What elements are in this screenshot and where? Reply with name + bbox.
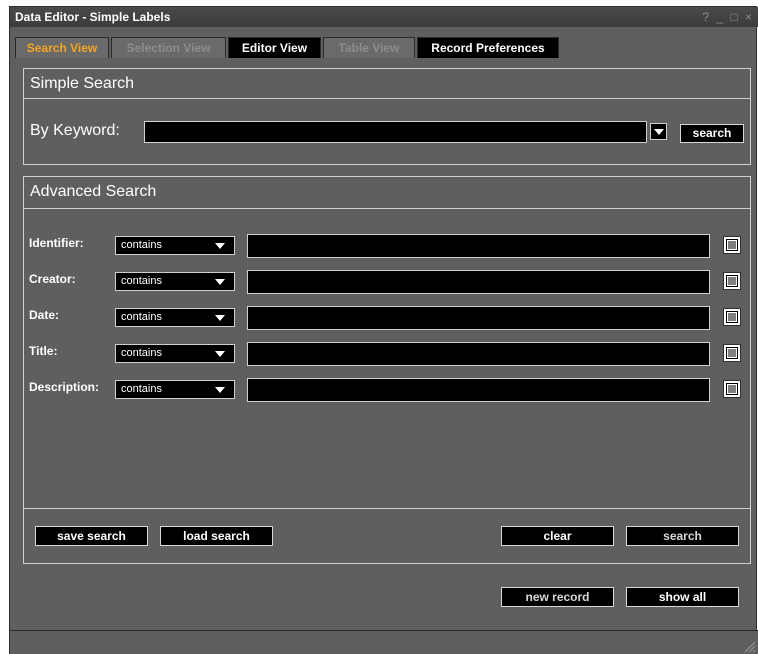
clear-button[interactable]: clear	[501, 526, 614, 546]
identifier-operator-value: contains	[121, 239, 162, 251]
description-operator-select[interactable]: contains	[115, 380, 235, 399]
description-input[interactable]	[247, 378, 710, 402]
list-icon	[726, 383, 738, 395]
keyword-dropdown-button[interactable]	[650, 123, 667, 140]
list-icon	[726, 275, 738, 287]
new-record-button[interactable]: new record	[501, 587, 614, 607]
date-operator-select[interactable]: contains	[115, 308, 235, 327]
minimize-icon[interactable]: _	[716, 10, 725, 24]
creator-operator-value: contains	[121, 275, 162, 287]
description-operator-value: contains	[121, 383, 162, 395]
tab-search-view[interactable]: Search View	[15, 37, 109, 58]
window-title: Data Editor - Simple Labels	[15, 10, 171, 24]
advanced-search-title: Advanced Search	[30, 183, 157, 200]
simple-search-panel: Simple Search By Keyword: search	[23, 68, 751, 165]
tab-record-preferences[interactable]: Record Preferences	[417, 37, 559, 58]
creator-label: Creator:	[29, 272, 76, 286]
title-list-button[interactable]	[723, 344, 741, 362]
help-icon[interactable]: ?	[702, 10, 711, 24]
chevron-down-icon	[215, 243, 225, 249]
chevron-down-icon	[654, 129, 664, 135]
title-input[interactable]	[247, 342, 710, 366]
title-operator-select[interactable]: contains	[115, 344, 235, 363]
tab-table-view[interactable]: Table View	[323, 37, 415, 58]
title-operator-value: contains	[121, 347, 162, 359]
identifier-list-button[interactable]	[723, 236, 741, 254]
tab-selection-view[interactable]: Selection View	[111, 37, 226, 58]
date-input[interactable]	[247, 306, 710, 330]
load-search-button[interactable]: load search	[160, 526, 273, 546]
tab-editor-view[interactable]: Editor View	[228, 37, 321, 58]
identifier-input[interactable]	[247, 234, 710, 258]
simple-search-title: Simple Search	[24, 69, 750, 99]
close-icon[interactable]: ×	[745, 10, 754, 24]
window-controls: ? _ □ ×	[702, 7, 754, 27]
creator-operator-select[interactable]: contains	[115, 272, 235, 291]
list-icon	[726, 239, 738, 251]
simple-search-button[interactable]: search	[680, 124, 744, 143]
keyword-label: By Keyword:	[30, 122, 120, 139]
resize-grip-icon[interactable]	[744, 641, 756, 653]
advanced-criteria-area: Identifier: contains Creator: contains D…	[24, 208, 750, 509]
identifier-operator-select[interactable]: contains	[115, 236, 235, 255]
identifier-label: Identifier:	[29, 236, 84, 250]
chevron-down-icon	[215, 279, 225, 285]
advanced-search-button[interactable]: search	[626, 526, 739, 546]
chevron-down-icon	[215, 387, 225, 393]
show-all-button[interactable]: show all	[626, 587, 739, 607]
description-list-button[interactable]	[723, 380, 741, 398]
title-label: Title:	[29, 344, 58, 358]
maximize-icon[interactable]: □	[730, 10, 739, 24]
list-icon	[726, 347, 738, 359]
date-operator-value: contains	[121, 311, 162, 323]
list-icon	[726, 311, 738, 323]
creator-list-button[interactable]	[723, 272, 741, 290]
save-search-button[interactable]: save search	[35, 526, 148, 546]
date-label: Date:	[29, 308, 60, 322]
chevron-down-icon	[215, 351, 225, 357]
advanced-search-panel: Advanced Search Identifier: contains Cre…	[23, 176, 751, 564]
data-editor-window: Data Editor - Simple Labels ? _ □ × Sear…	[9, 6, 758, 654]
creator-input[interactable]	[247, 270, 710, 294]
title-bar[interactable]: Data Editor - Simple Labels ? _ □ ×	[10, 7, 758, 27]
date-list-button[interactable]	[723, 308, 741, 326]
keyword-input[interactable]	[144, 121, 647, 143]
status-bar	[10, 630, 758, 654]
chevron-down-icon	[215, 315, 225, 321]
description-label: Description:	[29, 380, 100, 394]
